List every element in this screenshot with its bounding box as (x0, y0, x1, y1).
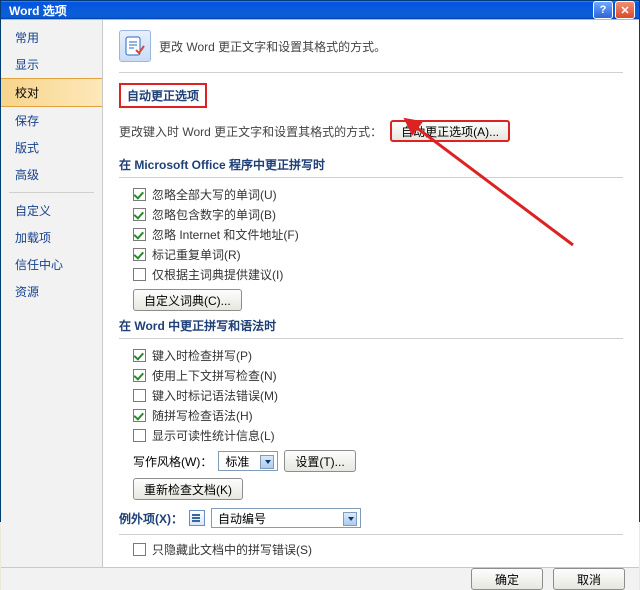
help-button[interactable]: ? (593, 1, 613, 19)
options-dialog: Word 选项 ? ✕ 常用 显示 校对 保存 版式 高级 自定义 加载项 信任… (0, 0, 640, 522)
writing-style-dropdown[interactable]: 标准 (218, 451, 278, 471)
sidebar-item-addins[interactable]: 加载项 (1, 224, 102, 251)
dialog-footer: 确定 取消 (1, 567, 639, 590)
recheck-document-button[interactable]: 重新检查文档(K) (133, 478, 243, 500)
checkbox-icon (133, 248, 146, 261)
autocorrect-section-title: 自动更正选项 (119, 83, 207, 108)
titlebar-buttons: ? ✕ (593, 1, 635, 19)
writing-style-settings-button[interactable]: 设置(T)... (284, 450, 355, 472)
checkbox-icon (133, 369, 146, 382)
page-header-text: 更改 Word 更正文字和设置其格式的方式。 (159, 38, 386, 55)
sidebar-item-proofing[interactable]: 校对 (1, 78, 102, 107)
checkbox-icon (133, 349, 146, 362)
sidebar-item-layout[interactable]: 版式 (1, 134, 102, 161)
content-pane: 更改 Word 更正文字和设置其格式的方式。 自动更正选项 更改键入时 Word… (103, 20, 639, 567)
chk-ignore-uppercase[interactable]: 忽略全部大写的单词(U) (133, 186, 623, 203)
checkbox-icon (133, 208, 146, 221)
sidebar-item-customize[interactable]: 自定义 (1, 197, 102, 224)
sidebar-separator (9, 192, 94, 193)
chk-main-dict-only[interactable]: 仅根据主词典提供建议(I) (133, 266, 623, 283)
titlebar: Word 选项 ? ✕ (1, 1, 639, 19)
chk-readability-stats[interactable]: 显示可读性统计信息(L) (133, 427, 623, 444)
document-icon (189, 510, 205, 526)
category-sidebar: 常用 显示 校对 保存 版式 高级 自定义 加载项 信任中心 资源 (1, 20, 103, 567)
chk-flag-repeated[interactable]: 标记重复单词(R) (133, 246, 623, 263)
custom-dictionaries-button[interactable]: 自定义词典(C)... (133, 289, 242, 311)
checkbox-icon (133, 188, 146, 201)
autocorrect-options-button[interactable]: 自动更正选项(A)... (390, 120, 510, 142)
checkbox-icon (133, 228, 146, 241)
sidebar-item-resources[interactable]: 资源 (1, 278, 102, 305)
header-divider (119, 72, 623, 73)
sidebar-item-display[interactable]: 显示 (1, 51, 102, 78)
proofing-icon (119, 30, 151, 62)
checkbox-icon (133, 543, 146, 556)
cancel-button[interactable]: 取消 (553, 568, 625, 590)
chk-ignore-numbers[interactable]: 忽略包含数字的单词(B) (133, 206, 623, 223)
word-spelling-title: 在 Word 中更正拼写和语法时 (119, 317, 623, 339)
exceptions-title: 例外项(X)： (119, 510, 183, 527)
checkbox-icon (133, 409, 146, 422)
checkbox-icon (133, 389, 146, 402)
writing-style-row: 写作风格(W)： 标准 设置(T)... (133, 450, 623, 472)
chk-ignore-internet[interactable]: 忽略 Internet 和文件地址(F) (133, 226, 623, 243)
page-header: 更改 Word 更正文字和设置其格式的方式。 (119, 30, 623, 62)
chk-check-spelling-type[interactable]: 键入时检查拼写(P) (133, 347, 623, 364)
checkbox-icon (133, 429, 146, 442)
chk-hide-spelling-this-doc[interactable]: 只隐藏此文档中的拼写错误(S) (133, 541, 623, 558)
chk-contextual-spelling[interactable]: 使用上下文拼写检查(N) (133, 367, 623, 384)
dialog-body: 常用 显示 校对 保存 版式 高级 自定义 加载项 信任中心 资源 更改 Wor… (1, 19, 639, 567)
office-spelling-title: 在 Microsoft Office 程序中更正拼写时 (119, 156, 623, 178)
sidebar-item-advanced[interactable]: 高级 (1, 161, 102, 188)
sidebar-item-general[interactable]: 常用 (1, 24, 102, 51)
checkbox-icon (133, 268, 146, 281)
chk-grammar-with-spelling[interactable]: 随拼写检查语法(H) (133, 407, 623, 424)
sidebar-item-save[interactable]: 保存 (1, 107, 102, 134)
writing-style-label: 写作风格(W)： (133, 453, 212, 470)
close-button[interactable]: ✕ (615, 1, 635, 19)
chk-mark-grammar[interactable]: 键入时标记语法错误(M) (133, 387, 623, 404)
window-title: Word 选项 (5, 2, 67, 19)
autocorrect-desc: 更改键入时 Word 更正文字和设置其格式的方式： (119, 123, 382, 140)
sidebar-item-trust-center[interactable]: 信任中心 (1, 251, 102, 278)
autocorrect-row: 更改键入时 Word 更正文字和设置其格式的方式： 自动更正选项(A)... (119, 120, 623, 142)
exceptions-doc-dropdown[interactable]: 自动编号 (211, 508, 361, 528)
ok-button[interactable]: 确定 (471, 568, 543, 590)
